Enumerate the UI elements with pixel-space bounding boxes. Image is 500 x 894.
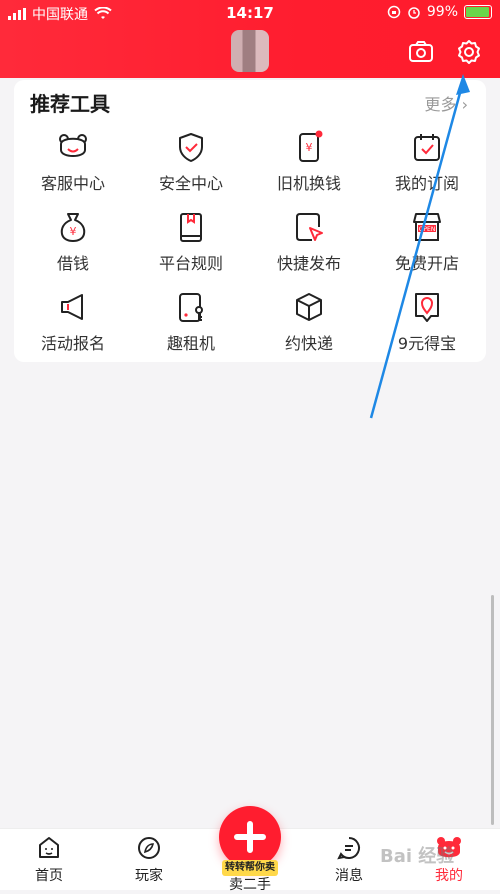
tool-rent-phone[interactable]: 趣租机 <box>132 290 250 366</box>
tool-quick-post[interactable]: 快捷发布 <box>250 210 368 286</box>
tool-trade-in[interactable]: ¥ 旧机换钱 <box>250 130 368 206</box>
nav-label: 首页 <box>35 868 63 884</box>
calendar-check-icon <box>414 134 440 161</box>
camera-icon[interactable] <box>407 38 435 66</box>
tool-label: 平台规则 <box>158 254 223 273</box>
book-bookmark-icon <box>180 213 202 242</box>
avatar[interactable] <box>231 30 269 72</box>
scrollbar[interactable] <box>491 595 494 825</box>
sell-fab-button[interactable] <box>219 806 281 868</box>
money-bag-icon: ¥ <box>60 213 86 242</box>
tool-customer-service[interactable]: 客服中心 <box>14 130 132 206</box>
tool-label: 借钱 <box>56 254 89 273</box>
nav-sell-label[interactable]: 卖二手 <box>210 874 290 894</box>
battery-icon <box>464 5 492 19</box>
watermark: Bai 经验 <box>380 846 455 867</box>
map-pin-icon <box>415 293 439 322</box>
tool-label: 约快递 <box>284 334 333 353</box>
nav-messages[interactable]: 消息 <box>314 835 384 885</box>
tool-label: 我的订阅 <box>394 174 459 193</box>
status-bar: 中国联通 14:17 99% <box>0 0 500 28</box>
section-title: 推荐工具 <box>30 92 110 116</box>
message-icon <box>337 837 360 860</box>
tool-label: 快捷发布 <box>276 254 341 273</box>
battery-percent: 99% <box>426 4 458 20</box>
tool-label: 安全中心 <box>158 174 223 193</box>
tool-label: 免费开店 <box>394 254 459 273</box>
tool-label: 活动报名 <box>40 334 105 353</box>
tool-label: 趣租机 <box>166 334 215 353</box>
phone-yen-icon: ¥ <box>299 130 323 162</box>
nav-label: 玩家 <box>135 868 163 884</box>
lock-rotation-icon <box>387 5 401 19</box>
tool-subscription[interactable]: 我的订阅 <box>368 130 486 206</box>
gear-icon[interactable] <box>455 38 483 66</box>
megaphone-icon <box>61 294 83 320</box>
tool-book-courier[interactable]: 约快递 <box>250 290 368 366</box>
plus-icon <box>234 821 266 853</box>
rent-phone-icon <box>179 293 203 322</box>
svg-text:OPEN: OPEN <box>419 226 436 233</box>
recommended-tools-card: 推荐工具 更多 › 客服中心 安全中心 ¥ 旧机换钱 我的订阅 ¥ 借钱 平台规… <box>14 80 486 362</box>
svg-text:¥: ¥ <box>70 225 77 238</box>
svg-text:¥: ¥ <box>306 141 313 154</box>
nav-players[interactable]: 玩家 <box>114 835 184 885</box>
quick-post-icon <box>296 213 323 241</box>
tool-label: 客服中心 <box>40 174 105 193</box>
tool-nine-yuan-treasure[interactable]: 9元得宝 <box>368 290 486 366</box>
compass-icon <box>138 837 160 859</box>
tool-label: 9元得宝 <box>397 334 457 353</box>
open-store-icon: OPEN <box>413 213 441 241</box>
tool-borrow[interactable]: ¥ 借钱 <box>14 210 132 286</box>
nav-label: 消息 <box>335 868 363 884</box>
nav-home[interactable]: 首页 <box>14 835 84 885</box>
tool-label: 旧机换钱 <box>276 174 341 193</box>
tool-security-center[interactable]: 安全中心 <box>132 130 250 206</box>
home-face-icon <box>39 837 59 858</box>
more-link[interactable]: 更多 › <box>424 91 468 115</box>
more-label: 更多 <box>424 95 457 114</box>
chevron-right-icon: › <box>461 95 468 114</box>
alarm-icon <box>408 7 420 19</box>
tool-event-signup[interactable]: 活动报名 <box>14 290 132 366</box>
tool-open-store[interactable]: OPEN 免费开店 <box>368 210 486 286</box>
nav-label: 我的 <box>435 868 463 884</box>
shield-check-icon <box>179 133 203 162</box>
top-header: 中国联通 14:17 99% <box>0 0 500 78</box>
bear-face-icon <box>59 134 87 157</box>
tool-platform-rules[interactable]: 平台规则 <box>132 210 250 286</box>
box-icon <box>296 293 322 321</box>
